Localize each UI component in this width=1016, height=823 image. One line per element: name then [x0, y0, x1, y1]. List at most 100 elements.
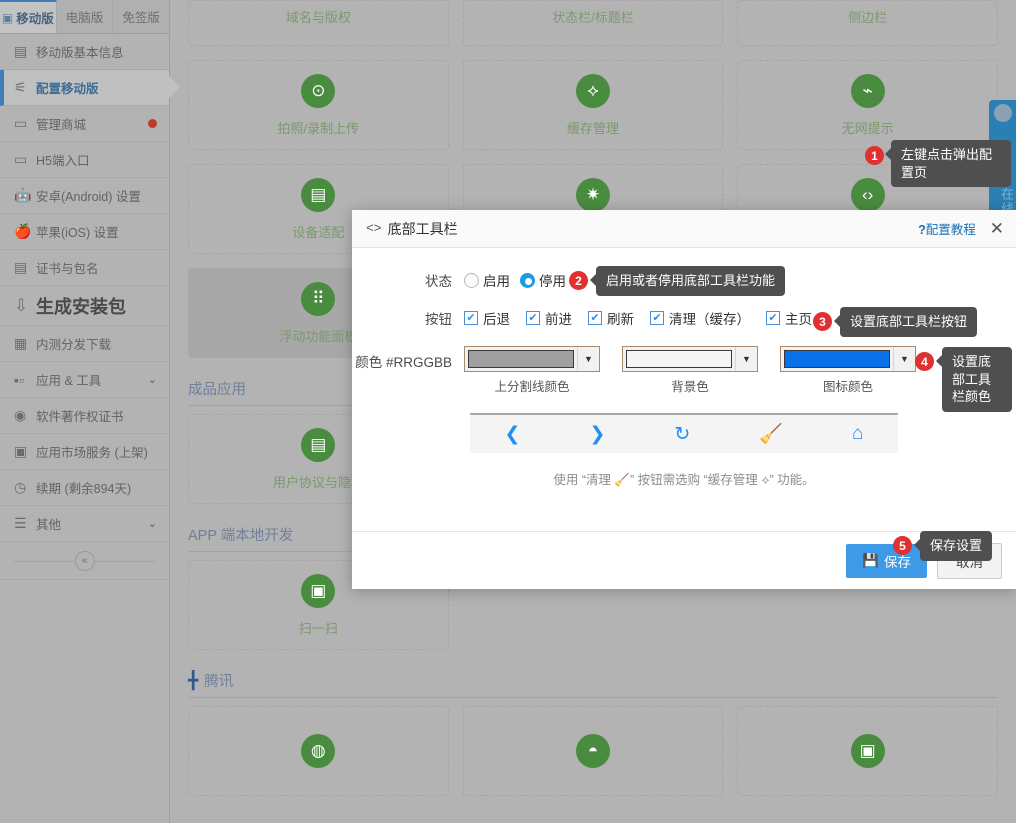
color-picker-divider-control[interactable]: ▼	[464, 346, 600, 372]
mobile-icon: ▣	[1, 10, 14, 25]
color-picker-background-control[interactable]: ▼	[622, 346, 758, 372]
sidebar-item-label: 安卓(Android) 设置	[36, 190, 141, 204]
sidebar-item-beta-distribution[interactable]: ▦ 内测分发下载	[0, 326, 169, 362]
refresh-icon[interactable]: ↻	[674, 423, 690, 446]
sidebar-item-ios-settings[interactable]: 🍎 苹果(iOS) 设置	[0, 214, 169, 250]
card-label: 设备适配	[292, 224, 345, 240]
tab-desktop[interactable]: 电脑版	[56, 0, 114, 33]
radio-label: 停用	[539, 274, 566, 289]
card-statusbar-titlebar[interactable]: 状态栏/标题栏	[462, 0, 724, 46]
callout-badge-2: 2	[569, 271, 588, 290]
card-label: 侧边栏	[848, 10, 888, 25]
grid-apps-icon: ▪▫	[14, 371, 24, 388]
card-label: 无网提示	[841, 120, 894, 136]
tutorial-label: 配置教程	[925, 223, 976, 237]
checkbox-forward[interactable]: 前进	[526, 308, 572, 328]
close-icon[interactable]: ✕	[990, 220, 1004, 237]
checkbox-label: 后退	[483, 312, 510, 327]
color-picker-divider: ▼ 上分割线颜色	[464, 346, 600, 395]
card-tencent-wechat-pay[interactable]: ▣	[737, 706, 998, 796]
sidebar-item-apps-tools[interactable]: ▪▫ 应用 & 工具 ⌄	[0, 362, 169, 398]
callout-tip-3: 设置底部工具栏按钮	[833, 307, 978, 337]
sidebar-item-software-copyright[interactable]: ◉ 软件著作权证书	[0, 398, 169, 434]
sidebar-item-renewal[interactable]: ◷ 续期 (剩余894天)	[0, 470, 169, 506]
tab-nosign[interactable]: 免签版	[113, 0, 170, 33]
card-label: 用户协议与隐私	[272, 474, 364, 490]
chevron-down-icon[interactable]: ⌄	[148, 373, 157, 386]
color-caption: 上分割线颜色	[494, 380, 570, 394]
checkbox-refresh[interactable]: 刷新	[588, 308, 634, 328]
sidebar-item-certificate-package[interactable]: ▤ 证书与包名	[0, 250, 169, 286]
card-photo-record-upload[interactable]: ⊙ 拍照/录制上传	[188, 60, 449, 150]
chevron-left-icon[interactable]: ❮	[505, 423, 521, 446]
chevron-right-icon[interactable]: ❯	[589, 423, 605, 446]
hamburger-icon: ☰	[14, 515, 27, 531]
chevron-down-icon[interactable]: ▼	[577, 347, 599, 371]
sidebar-item-basic-info[interactable]: ▤ 移动版基本信息	[0, 34, 169, 70]
home-icon[interactable]: ⌂	[852, 423, 863, 445]
sidebar-item-h5-entry[interactable]: ▭ H5端入口	[0, 142, 169, 178]
sidebar-item-manage-store[interactable]: ▭ 管理商城	[0, 106, 169, 142]
sidebar-item-market-service[interactable]: ▣ 应用市场服务 (上架)	[0, 434, 169, 470]
card-cache-management[interactable]: ⟡ 缓存管理	[462, 60, 724, 150]
card-label: 扫一扫	[298, 620, 338, 636]
card-label: 拍照/录制上传	[277, 120, 360, 136]
app-root: 域名与版权 状态栏/标题栏 侧边栏 ⊙ 拍照/录制上传 ⟡ 缓存管理 ⌁ 无网提…	[0, 0, 1016, 823]
tencent-icon: ╋	[188, 670, 199, 690]
apple-icon: 🍎	[14, 223, 32, 239]
sidebar-item-android-settings[interactable]: 🤖 安卓(Android) 设置	[0, 178, 169, 214]
sliders-icon: ⚟	[14, 79, 27, 95]
radio-label: 启用	[483, 274, 510, 289]
radio-circle-selected-icon	[520, 272, 535, 288]
color-picker-icon-control[interactable]: ▼	[780, 346, 916, 372]
chevron-down-icon[interactable]: ⌄	[148, 517, 157, 530]
dialog-header: <> 底部工具栏 ?配置教程 ✕	[352, 210, 1016, 248]
broom-clean-icon[interactable]: 🧹	[759, 422, 783, 446]
tab-mobile[interactable]: ▣ 移动版	[0, 0, 57, 33]
sidebar-collapse-button[interactable]: «	[74, 550, 95, 571]
code-brackets-icon: <>	[366, 221, 382, 236]
download-package-icon: ⇩	[14, 295, 29, 315]
qrcode-icon: ▦	[14, 335, 28, 351]
section-title-tencent: ╋ 腾讯	[188, 670, 998, 698]
status-badge-dot	[148, 119, 157, 128]
floppy-icon: 💾	[862, 552, 879, 568]
callout-tip-2: 启用或者停用底部工具栏功能	[589, 266, 786, 296]
renew-clock-icon: ◷	[14, 479, 27, 495]
checkbox-home[interactable]: 主页	[766, 308, 812, 328]
card-grid-row-partial: 域名与版权 状态栏/标题栏 侧边栏	[170, 0, 1016, 46]
color-caption: 背景色	[671, 380, 709, 394]
card-label: 域名与版权	[285, 10, 351, 25]
sidebar-item-label: 软件著作权证书	[36, 410, 124, 424]
sidebar-item-label: H5端入口	[36, 154, 90, 168]
card-tencent-qq[interactable]: ◓	[462, 706, 724, 796]
callout-badge-5: 5	[893, 536, 912, 555]
card-label: 浮动功能面板	[279, 328, 358, 344]
chevron-down-icon[interactable]: ▼	[735, 347, 757, 371]
color-swatch	[784, 350, 890, 368]
tutorial-link[interactable]: ?配置教程	[918, 219, 976, 238]
callout-tip-4: 设置底部工具栏颜色	[936, 347, 1012, 412]
colors-row: 颜色 #RRGGBB ▼ 上分割线颜色 ▼ 背景色 ▼ 图标颜色	[352, 346, 1016, 395]
sidebar-item-configure-mobile[interactable]: ⚟ 配置移动版	[0, 70, 180, 106]
sidebar-collapse-row: «	[0, 542, 169, 580]
card-tencent-qq-penguin[interactable]: ◍	[188, 706, 449, 796]
card-sidebar[interactable]: 侧边栏	[737, 0, 998, 46]
radio-enable[interactable]: 启用	[464, 270, 510, 290]
sidebar-item-generate-package[interactable]: ⇩ 生成安装包	[0, 286, 169, 326]
card-domain-copyright[interactable]: 域名与版权	[188, 0, 449, 46]
sidebar-item-label: 管理商城	[36, 118, 87, 132]
checkbox-clean-cache[interactable]: 清理（缓存）	[650, 308, 750, 328]
checkbox-back[interactable]: 后退	[464, 308, 510, 328]
android-icon: 🤖	[14, 187, 32, 203]
toolbar-preview: ❮ ❯ ↻ 🧹 ⌂	[470, 413, 898, 453]
store-icon: ▭	[14, 115, 28, 131]
sidebar-item-other[interactable]: ☰ 其他 ⌄	[0, 506, 169, 542]
camera-icon: ⊙	[301, 73, 336, 108]
sidebar-item-label: 续期 (剩余894天)	[36, 482, 132, 496]
certificate-icon: ▤	[14, 259, 28, 275]
card-no-network-tip[interactable]: ⌁ 无网提示	[737, 60, 998, 150]
chevron-down-icon[interactable]: ▼	[893, 347, 915, 371]
radio-disable[interactable]: 停用	[520, 270, 566, 290]
question-mark-icon: ?	[918, 223, 926, 237]
